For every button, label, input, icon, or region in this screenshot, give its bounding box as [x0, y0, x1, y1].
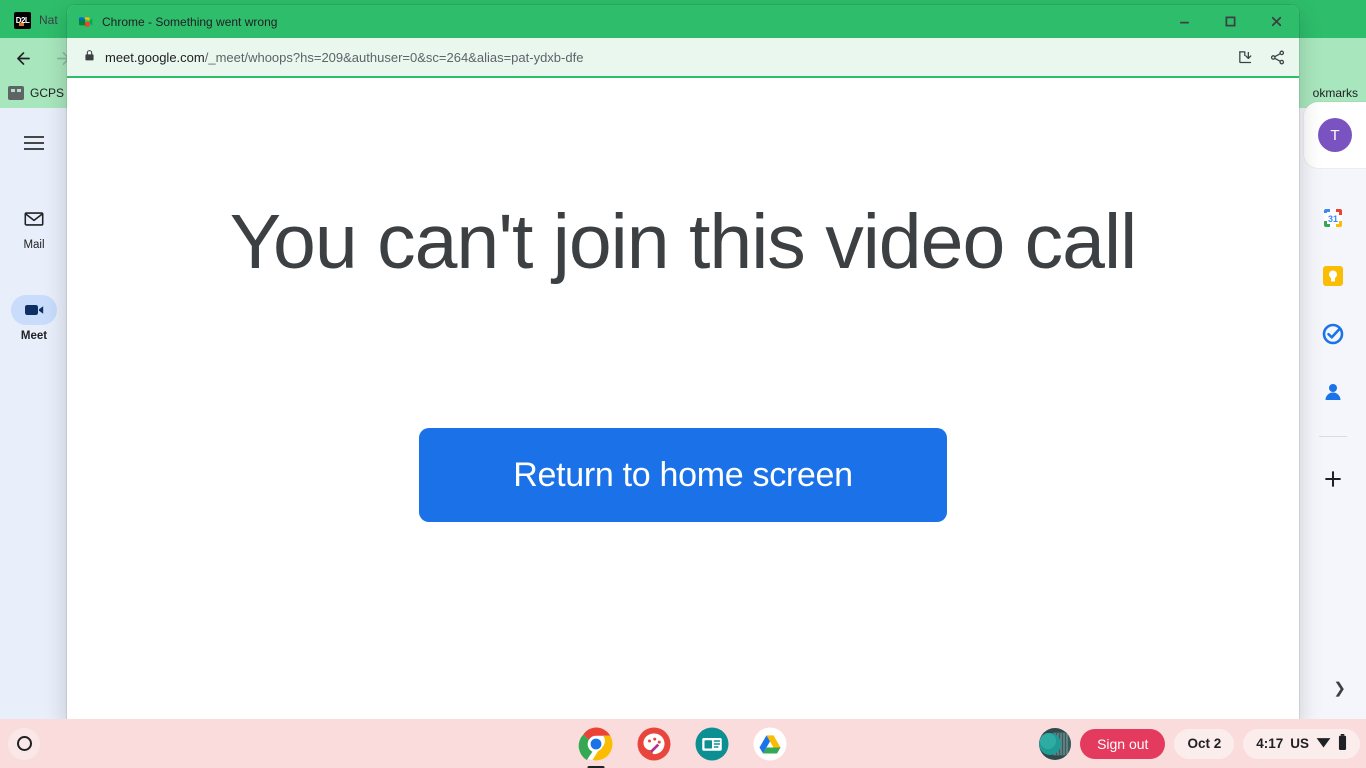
wifi-icon	[1316, 736, 1331, 752]
return-to-home-screen-button[interactable]: Return to home screen	[419, 428, 947, 522]
paint-palette-icon[interactable]	[636, 726, 672, 762]
battery-icon	[1338, 734, 1347, 753]
panel-divider	[1319, 436, 1347, 437]
share-icon[interactable]	[1263, 43, 1291, 71]
system-tray[interactable]: 4:17 US	[1243, 728, 1360, 759]
minimize-icon[interactable]	[1161, 5, 1207, 38]
google-calendar-icon[interactable]: 31	[1313, 198, 1353, 238]
video-camera-icon	[11, 295, 57, 325]
install-app-icon[interactable]	[1231, 43, 1259, 71]
rail-item-meet[interactable]: Meet	[11, 295, 57, 342]
google-chrome-icon[interactable]	[578, 726, 614, 768]
user-avatar-thumbnail[interactable]	[1039, 727, 1072, 760]
shelf-locale: US	[1290, 736, 1309, 751]
launcher-circle-icon[interactable]	[8, 727, 40, 760]
shelf-date: Oct 2	[1187, 736, 1222, 751]
url-path: /_meet/whoops?hs=209&authuser=0&sc=264&a…	[204, 49, 584, 65]
chrome-title-bar[interactable]: Chrome - Something went wrong	[67, 5, 1299, 38]
url-text: meet.google.com/_meet/whoops?hs=209&auth…	[105, 50, 583, 65]
google-meet-icon	[77, 14, 93, 30]
chrome-window: Chrome - Something went wrong meet.googl…	[67, 5, 1299, 722]
rail-label-mail: Mail	[23, 239, 45, 251]
page-title: You can't join this video call	[229, 199, 1137, 285]
account-avatar-card[interactable]: T	[1304, 102, 1366, 168]
mail-envelope-icon	[11, 204, 57, 234]
plus-icon[interactable]	[1313, 459, 1353, 499]
all-bookmarks-label: okmarks	[1312, 86, 1358, 100]
chromeos-shelf: Sign out Oct 2 4:17 US	[0, 719, 1366, 768]
chrome-window-title: Chrome - Something went wrong	[102, 14, 278, 29]
chromeos-desktop: D2L Nat GCPS okmarks Mail Meet T 31 ❯ Ch…	[0, 0, 1366, 768]
shelf-app-list	[578, 726, 788, 768]
shelf-time: 4:17	[1256, 736, 1284, 751]
news-card-icon[interactable]	[694, 726, 730, 762]
address-bar[interactable]: meet.google.com/_meet/whoops?hs=209&auth…	[75, 43, 1227, 71]
background-tab-title: Nat	[39, 13, 58, 27]
svg-text:31: 31	[1328, 214, 1338, 224]
google-left-rail: Mail Meet	[0, 108, 68, 719]
google-drive-icon[interactable]	[752, 726, 788, 762]
omnibox-bar: meet.google.com/_meet/whoops?hs=209&auth…	[67, 38, 1299, 78]
rail-label-meet: Meet	[20, 330, 48, 342]
google-keep-icon[interactable]	[1313, 256, 1353, 296]
google-contacts-icon[interactable]	[1313, 372, 1353, 412]
rail-item-mail[interactable]: Mail	[11, 204, 57, 251]
hamburger-menu-icon[interactable]	[17, 126, 51, 160]
folder-icon	[8, 86, 24, 100]
window-controls	[1161, 5, 1299, 38]
bookmark-folder-gcps[interactable]: GCPS	[8, 86, 64, 100]
lock-icon	[83, 49, 96, 65]
d2l-favicon: D2L	[14, 11, 31, 29]
all-bookmarks-button[interactable]: okmarks	[1313, 86, 1358, 100]
sign-out-button[interactable]: Sign out	[1080, 728, 1166, 759]
date-pill[interactable]: Oct 2	[1174, 728, 1235, 759]
back-arrow-icon[interactable]	[6, 41, 40, 75]
google-tasks-icon[interactable]	[1313, 314, 1353, 354]
url-domain: meet.google.com	[105, 49, 205, 65]
google-side-panel: T 31 ❯	[1300, 102, 1366, 719]
avatar: T	[1318, 118, 1352, 152]
maximize-icon[interactable]	[1207, 5, 1253, 38]
chevron-right-icon[interactable]: ❯	[1333, 679, 1346, 697]
shelf-status-area: Sign out Oct 2 4:17 US	[1039, 727, 1360, 760]
close-icon[interactable]	[1253, 5, 1299, 38]
bookmark-folder-label: GCPS	[30, 86, 65, 100]
meet-error-page: You can't join this video call Return to…	[67, 78, 1299, 722]
